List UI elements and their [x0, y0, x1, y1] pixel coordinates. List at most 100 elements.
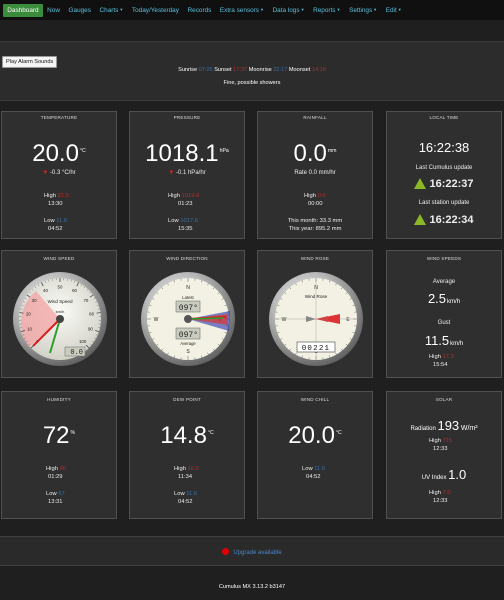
compass-label: N — [186, 285, 190, 291]
pressure-high: High 1019.6 — [168, 193, 199, 199]
nav-item-gauges[interactable]: Gauges — [64, 4, 95, 17]
high-label: High — [429, 438, 441, 444]
pressure-value: 1018.1 — [145, 140, 219, 167]
high-value: 1019.6 — [181, 193, 200, 199]
top-nav-bar: Dashboard Now Gauges Charts▼ Today/Yesterday… — [0, 0, 504, 20]
nav-item-records[interactable]: Records — [183, 4, 215, 17]
moonset-time: 14:16 — [311, 67, 326, 73]
nav-item-label: Settings — [349, 6, 373, 14]
temperature-value: 20.0 — [32, 140, 79, 167]
nav-item-charts[interactable]: Charts▼ — [95, 4, 127, 17]
chevron-down-icon: ▼ — [119, 6, 124, 12]
nav-item-label: Edit — [385, 6, 397, 14]
gauge-tick-label: 40 — [43, 288, 48, 293]
radiation-value: 193 — [437, 418, 460, 433]
nav-item-settings[interactable]: Settings▼ — [345, 4, 382, 17]
sunset-time: 17:37 — [233, 67, 248, 73]
wind-chill-low: Low 11.6 — [302, 466, 325, 472]
nav-item-reports[interactable]: Reports▼ — [309, 4, 345, 17]
humidity-panel: HUMIDITY 72% High 90 01:29 Low 67 13:31 — [1, 391, 117, 519]
nav-item-now[interactable]: Now — [43, 4, 64, 17]
wind-speed-panel: WIND SPEED 0102030405060708090100 Wind S… — [1, 250, 117, 378]
dew-point-value-line: 14.8°C — [130, 422, 244, 450]
humidity-low: Low 67 — [46, 491, 65, 497]
moonrise-time: 22:17 — [273, 67, 288, 73]
up-triangle-icon — [414, 214, 427, 225]
nav-item-label: Now — [47, 6, 60, 14]
chevron-down-icon: ▼ — [336, 6, 341, 12]
average-wind-unit: km/h — [447, 299, 461, 305]
pressure-unit: hPa — [219, 148, 229, 154]
sunset-label: Sunset — [214, 67, 232, 73]
dew-point-unit: °C — [207, 430, 214, 436]
temperature-high-time: 13:30 — [48, 201, 63, 207]
temperature-high: High 21.5 — [44, 193, 69, 199]
local-time-panel: LOCAL TIME 16:22:38 Last Cumulus update … — [386, 111, 502, 239]
nav-item-dashboard[interactable]: Dashboard — [3, 3, 43, 17]
upgrade-text: Upgrade available — [233, 550, 282, 556]
rainfall-value: 0.0 — [293, 140, 327, 167]
chevron-down-icon: ▼ — [260, 6, 264, 12]
low-value: 67 — [58, 491, 65, 497]
temperature-trend: ▼ -0.3 °C/hr — [2, 170, 116, 176]
last-cumulus-update-time: 16:22:37 — [429, 178, 474, 190]
panel-title: PRESSURE — [173, 115, 201, 120]
upgrade-link[interactable]: Upgrade available — [0, 548, 504, 556]
panel-title: WIND SPEED — [43, 256, 75, 261]
humidity-value-line: 72% — [2, 422, 116, 450]
gust-high: High 17.3 — [429, 354, 454, 360]
humidity-unit: % — [70, 430, 76, 436]
radiation: Radiation 193 W/m² — [387, 418, 501, 433]
pressure-trend-text: -0.1 hPa/hr — [175, 170, 206, 176]
panel-title: HUMIDITY — [47, 397, 71, 402]
nav-item-edit[interactable]: Edit▼ — [381, 4, 406, 17]
high-label: High — [429, 354, 441, 360]
moonrise-label: Moonrise — [248, 67, 272, 73]
wind-chill-value-line: 20.0°C — [258, 422, 372, 450]
average-label: Average — [432, 279, 456, 285]
gauge-tick-label: 10 — [27, 326, 32, 331]
gauge-tick-label: 60 — [72, 288, 77, 293]
wind-chill-value: 20.0 — [288, 422, 335, 449]
latest-label: Latest — [182, 295, 194, 300]
pressure-low: Low 1017.6 — [168, 218, 198, 224]
temperature-low: Low 11.6 — [44, 218, 67, 224]
up-triangle-icon — [414, 178, 427, 189]
gauge-hub — [56, 315, 64, 323]
dew-point-low: Low 11.6 — [174, 491, 197, 497]
gauge-tick-label: 70 — [83, 298, 88, 303]
temperature-panel: TEMPERATURE 20.0°C ▼ -0.3 °C/hr High 21.… — [1, 111, 117, 239]
latest-direction: 097° — [179, 304, 198, 313]
low-value: 11.6 — [314, 466, 326, 472]
wind-chill-low-time: 04:52 — [306, 474, 321, 480]
uv-value: 1.0 — [448, 467, 467, 482]
pressure-value-line: 1018.1hPa — [130, 140, 244, 168]
nav-item-extra-sensors[interactable]: Extra sensors▼ — [216, 4, 269, 17]
rainfall-unit: mm — [327, 148, 337, 154]
sunrise-time: 07:26 — [198, 67, 213, 73]
uv-index: UV Index 1.0 — [387, 467, 501, 482]
rainfall-high-time: 00:00 — [308, 201, 323, 207]
nav-item-label: Dashboard — [7, 6, 39, 14]
average-label: Average — [180, 341, 196, 346]
wind-chill-panel: WIND CHILL 20.0°C Low 11.6 04:52 — [257, 391, 373, 519]
dew-point-value: 14.8 — [160, 422, 207, 449]
header-panel: Play Alarm Sounds Sunrise 07:26 Sunset 1… — [0, 41, 504, 101]
temperature-value-line: 20.0°C — [2, 140, 116, 168]
wind-rose-panel: WIND ROSE NESW Wind Rose 00221 — [257, 250, 373, 378]
nav-item-today-yesterday[interactable]: Today/Yesterday — [128, 4, 184, 17]
temperature-unit: °C — [79, 148, 86, 154]
high-value: 90 — [59, 466, 67, 472]
low-value: 11.6 — [56, 218, 68, 224]
local-time-value: 16:22:38 — [418, 140, 470, 155]
panel-title: TEMPERATURE — [40, 115, 78, 120]
pressure-panel: PRESSURE 1018.1hPa ▼ -0.1 hPa/hr High 10… — [129, 111, 245, 239]
radiation-high-time: 12:33 — [433, 446, 448, 452]
nav-item-label: Gauges — [68, 6, 91, 14]
low-value: 1017.6 — [180, 218, 198, 224]
humidity-high: High 90 — [46, 466, 66, 472]
gauge-tick-label: 50 — [58, 285, 63, 290]
average-wind-value: 2.5 — [427, 291, 447, 306]
gust-wind-unit: km/h — [450, 341, 464, 347]
nav-item-data-logs[interactable]: Data logs▼ — [268, 4, 309, 17]
